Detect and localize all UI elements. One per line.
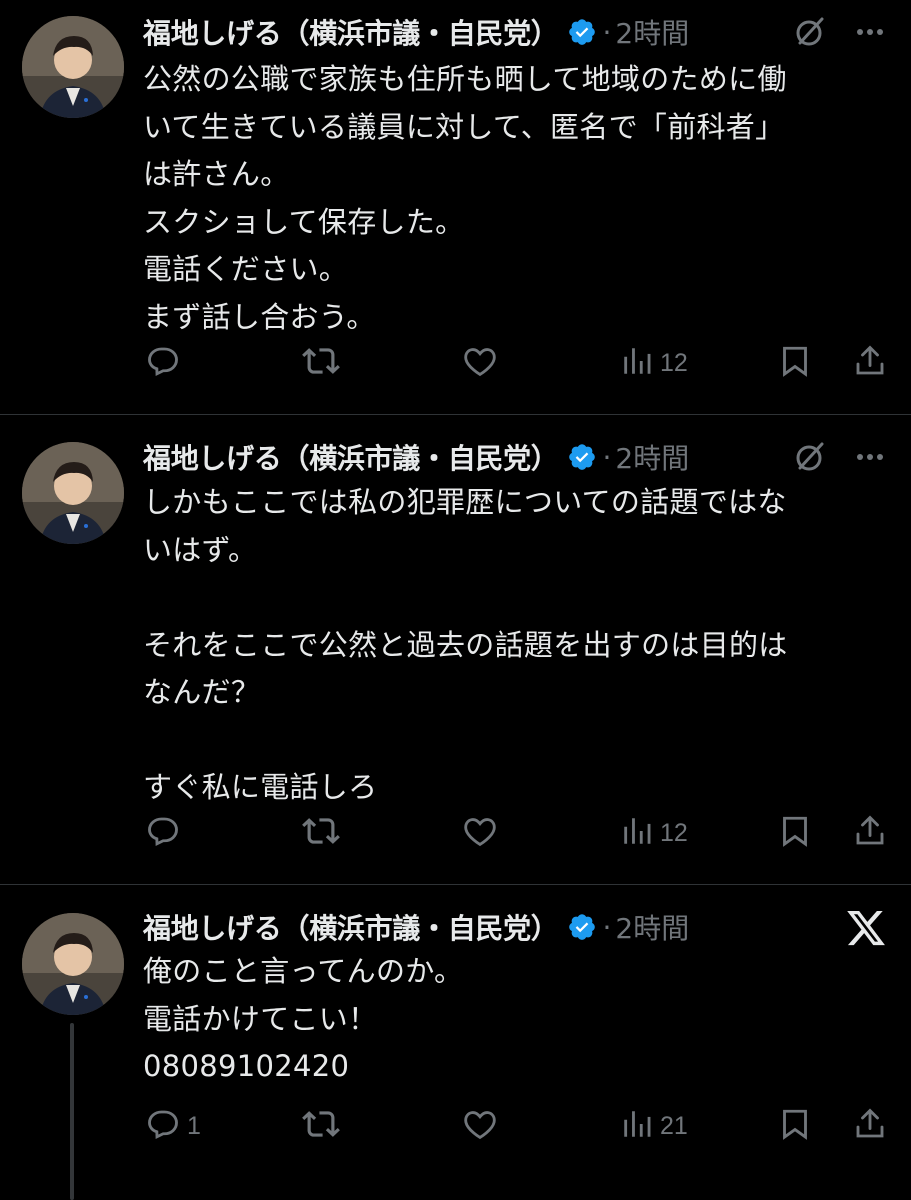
author-name[interactable]: 福地しげる（横浜市議・自民党） <box>143 437 559 477</box>
like-button[interactable] <box>461 341 499 385</box>
tweet-text: 公然の公職で家族も住所も晒して地域のために働 いて生きている議員に対して、匿名で… <box>143 62 787 334</box>
tweet-header: 福地しげる（横浜市議・自民党） · 2時間 <box>143 907 689 947</box>
views-count: 12 <box>660 348 688 377</box>
bookmark-button[interactable] <box>777 1104 813 1148</box>
grok-icon[interactable] <box>792 14 828 50</box>
more-icon[interactable] <box>852 439 888 475</box>
like-button[interactable] <box>461 811 499 855</box>
x-logo-icon <box>845 907 887 949</box>
views-icon <box>620 814 654 852</box>
bookmark-icon <box>777 1106 813 1146</box>
reply-icon <box>145 1106 181 1146</box>
tweet-dot: · <box>602 910 612 944</box>
retweet-button[interactable] <box>302 811 340 855</box>
tweet-3[interactable]: 福地しげる（横浜市議・自民党） · 2時間 俺のこと言ってんのか。 電話かけてこ… <box>0 885 911 1200</box>
like-icon <box>461 1105 499 1147</box>
share-button[interactable] <box>852 341 888 385</box>
retweet-icon <box>302 1105 340 1147</box>
tweet-actions: 1 21 <box>0 1104 911 1148</box>
tweet-header: 福地しげる（横浜市議・自民党） · 2時間 <box>143 12 689 52</box>
bookmark-button[interactable] <box>777 341 813 385</box>
tweet-text: しかもここでは私の犯罪歴についての話題ではな いはず。 それをここで公然と過去の… <box>143 485 788 804</box>
views-count: 12 <box>660 818 688 847</box>
reply-button[interactable] <box>145 811 187 855</box>
grok-icon[interactable] <box>792 439 828 475</box>
reply-button[interactable] <box>145 341 187 385</box>
like-icon <box>461 342 499 384</box>
more-icon[interactable] <box>852 14 888 50</box>
tweet-2[interactable]: 福地しげる（横浜市議・自民党） · 2時間 しかもここでは私の犯罪歴についての話… <box>0 415 911 884</box>
tweet-header: 福地しげる（横浜市議・自民党） · 2時間 <box>143 437 689 477</box>
verified-badge-icon <box>567 442 597 472</box>
like-button[interactable] <box>461 1104 499 1148</box>
avatar[interactable] <box>22 913 124 1015</box>
reply-icon <box>145 813 181 853</box>
views-button[interactable]: 21 <box>620 1104 688 1148</box>
views-button[interactable]: 12 <box>620 811 688 855</box>
share-icon <box>852 343 888 383</box>
tweet-actions: 12 <box>0 341 911 385</box>
reply-icon <box>145 343 181 383</box>
tweet-dot: · <box>602 15 612 49</box>
views-icon <box>620 1107 654 1145</box>
share-button[interactable] <box>852 811 888 855</box>
verified-badge-icon <box>567 912 597 942</box>
reply-count: 1 <box>187 1111 201 1140</box>
views-icon <box>620 344 654 382</box>
verified-badge-icon <box>567 17 597 47</box>
tweet-time[interactable]: 2時間 <box>615 907 689 947</box>
retweet-button[interactable] <box>302 1104 340 1148</box>
views-count: 21 <box>660 1111 688 1140</box>
retweet-button[interactable] <box>302 341 340 385</box>
bookmark-icon <box>777 343 813 383</box>
author-name[interactable]: 福地しげる（横浜市議・自民党） <box>143 907 559 947</box>
avatar[interactable] <box>22 442 124 544</box>
retweet-icon <box>302 812 340 854</box>
tweet-actions: 12 <box>0 811 911 855</box>
bookmark-icon <box>777 813 813 853</box>
tweet-text: 俺のこと言ってんのか。 電話かけてこい！ 08089102420 <box>143 954 464 1083</box>
tweet-dot: · <box>602 440 612 474</box>
reply-button[interactable]: 1 <box>145 1104 201 1148</box>
like-icon <box>461 812 499 854</box>
avatar[interactable] <box>22 16 124 118</box>
retweet-icon <box>302 342 340 384</box>
share-icon <box>852 1106 888 1146</box>
tweet-time[interactable]: 2時間 <box>615 437 689 477</box>
share-button[interactable] <box>852 1104 888 1148</box>
views-button[interactable]: 12 <box>620 341 688 385</box>
bookmark-button[interactable] <box>777 811 813 855</box>
timeline-feed: 福地しげる（横浜市議・自民党） · 2時間 公然の公職で家族も住所も晒して地域の… <box>0 0 911 1200</box>
tweet-1[interactable]: 福地しげる（横浜市議・自民党） · 2時間 公然の公職で家族も住所も晒して地域の… <box>0 0 911 414</box>
author-name[interactable]: 福地しげる（横浜市議・自民党） <box>143 12 559 52</box>
share-icon <box>852 813 888 853</box>
tweet-time[interactable]: 2時間 <box>615 12 689 52</box>
